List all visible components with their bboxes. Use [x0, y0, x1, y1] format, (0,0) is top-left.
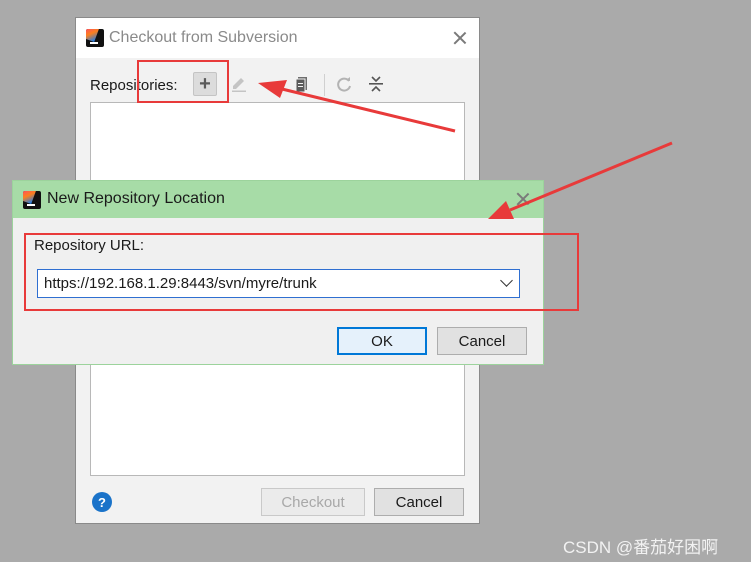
arrow-to-add-button [258, 80, 456, 133]
arrow-to-url-field [488, 141, 673, 219]
annotation-arrows [258, 80, 673, 219]
csdn-watermark: CSDN @番茄好困啊 [563, 538, 719, 557]
